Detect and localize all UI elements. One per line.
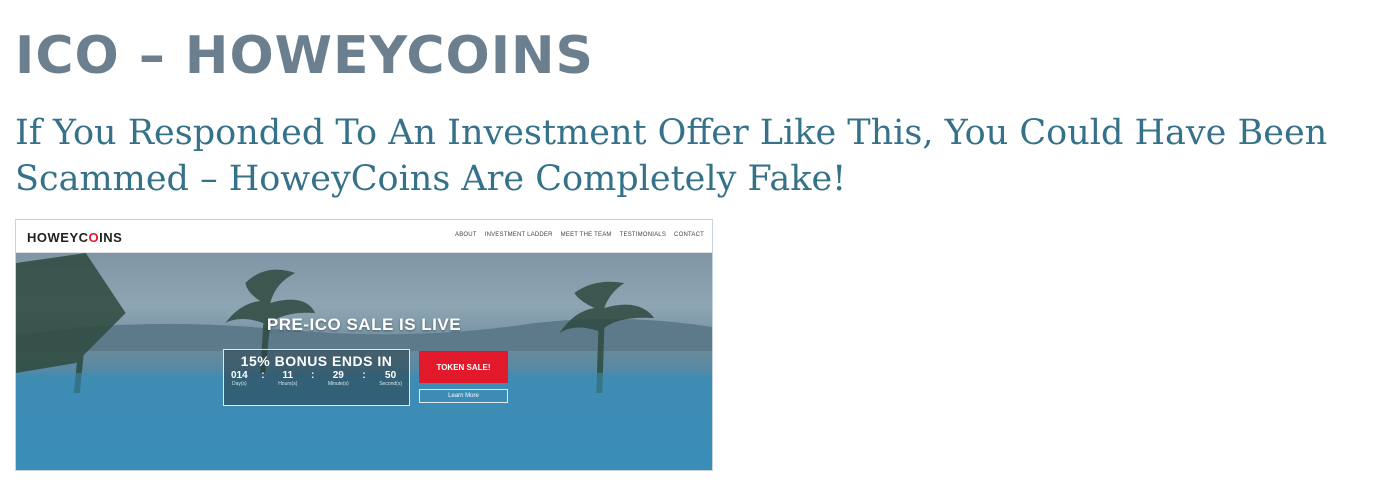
hero-banner: PRE-ICO SALE IS LIVE 15% BONUS ENDS IN 0…: [16, 253, 712, 470]
article-subtitle: If You Responded To An Investment Offer …: [15, 113, 1328, 199]
timer-separator: :: [362, 370, 366, 381]
timer-days-label: Day(s): [231, 381, 247, 387]
logo-text-left: HOWEYC: [27, 230, 89, 245]
logo-text-right: INS: [99, 230, 123, 245]
token-sale-button[interactable]: TOKEN SALE!: [419, 351, 508, 383]
timer-minutes: 29 Minute(s): [328, 370, 349, 387]
logo-mark: O: [88, 230, 100, 245]
nav-testimonials[interactable]: TESTIMONIALS: [620, 232, 666, 238]
countdown-timer: 014 Day(s) : 11 Hours(s) : 29 Minute(s) …: [224, 370, 409, 387]
bonus-countdown: 15% BONUS ENDS IN 014 Day(s) : 11 Hours(…: [223, 349, 410, 406]
howeycoins-screenshot: HOWEYCOINS ABOUT INVESTMENT LADDER MEET …: [15, 219, 713, 471]
timer-minutes-label: Minute(s): [327, 381, 349, 387]
timer-days-value: 014: [231, 370, 248, 381]
timer-seconds: 50 Second(s): [379, 370, 402, 387]
timer-days: 014 Day(s): [231, 370, 248, 387]
nav-meet-the-team[interactable]: MEET THE TEAM: [561, 232, 612, 238]
timer-hours-label: Hours(s): [278, 381, 298, 387]
nav-contact[interactable]: CONTACT: [674, 232, 704, 238]
timer-hours-value: 11: [282, 370, 294, 381]
bonus-text: 15% BONUS ENDS IN: [240, 353, 393, 369]
site-header: HOWEYCOINS ABOUT INVESTMENT LADDER MEET …: [16, 220, 712, 253]
timer-hours: 11 Hours(s): [278, 370, 297, 387]
hero-headline: PRE-ICO SALE IS LIVE: [266, 315, 462, 334]
howeycoins-logo[interactable]: HOWEYCOINS: [27, 230, 122, 245]
nav-investment-ladder[interactable]: INVESTMENT LADDER: [485, 232, 553, 238]
timer-separator: :: [310, 370, 315, 381]
learn-more-button[interactable]: Learn More: [419, 389, 508, 403]
timer-seconds-value: 50: [385, 370, 397, 381]
timer-separator: :: [261, 370, 265, 381]
timer-minutes-value: 29: [332, 370, 344, 381]
timer-seconds-label: Second(s): [379, 381, 402, 387]
page-title: ICO – HOWEYCOINS: [15, 26, 595, 86]
nav-about[interactable]: ABOUT: [455, 232, 477, 238]
site-nav: ABOUT INVESTMENT LADDER MEET THE TEAM TE…: [455, 232, 704, 238]
